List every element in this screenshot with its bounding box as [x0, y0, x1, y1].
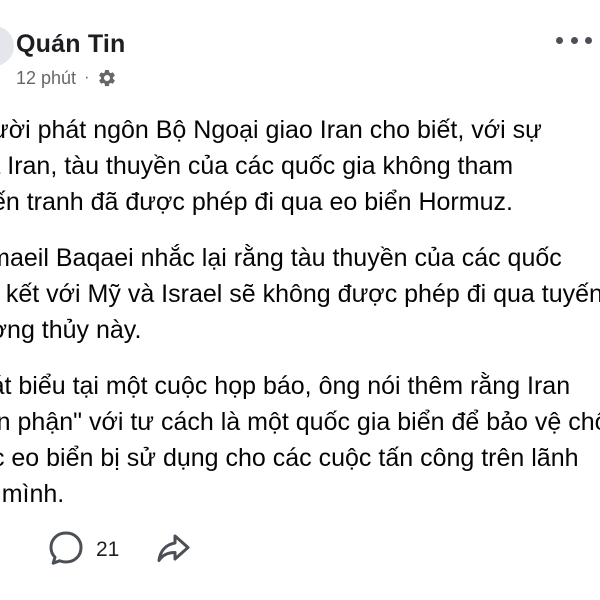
post-line: đường thủy này. — [0, 316, 142, 344]
post-paragraph: Người phát ngôn Bộ Ngoại giao Iran cho b… — [0, 112, 600, 220]
more-dot — [585, 36, 592, 44]
post-line: của Iran, tàu thuyền của các quốc gia kh… — [0, 152, 514, 180]
post-actions: 21 — [46, 528, 193, 572]
gear-icon[interactable] — [97, 68, 117, 88]
post-line: "bổn phận" với tư cách là một quốc gia b… — [0, 408, 600, 436]
comment-icon — [46, 528, 86, 573]
share-button[interactable] — [153, 528, 193, 573]
post-paragraph: Esmaeil Baqaei nhắc lại rằng tàu thuyền … — [0, 240, 600, 348]
post-body: Người phát ngôn Bộ Ngoại giao Iran cho b… — [0, 112, 600, 532]
post-meta: 12 phút · — [16, 65, 117, 91]
more-dot — [570, 36, 578, 44]
post-line: Esmaeil Baqaei nhắc lại rằng tàu thuyền … — [0, 244, 562, 272]
more-dot — [556, 36, 563, 44]
post-line: Người phát ngôn Bộ Ngoại giao Iran cho b… — [0, 116, 542, 144]
post-line: chiến tranh đã được phép đi qua eo biển … — [0, 188, 513, 216]
post-line: Phát biểu tại một cuộc họp báo, ông nói … — [0, 372, 571, 400]
post-time[interactable]: 12 phút — [16, 68, 76, 89]
meta-separator: · — [84, 69, 90, 86]
post-author[interactable]: Quán Tin — [16, 30, 125, 59]
post-paragraph: Phát biểu tại một cuộc họp báo, ông nói … — [0, 368, 600, 512]
post-line: liên kết với Mỹ và Israel sẽ không được … — [0, 280, 600, 308]
avatar[interactable] — [0, 26, 14, 66]
facebook-post: Quán Tin 12 phút · Người phát ngôn Bộ Ng… — [0, 0, 600, 600]
more-dots-icon[interactable] — [556, 28, 592, 52]
comment-button[interactable]: 21 — [46, 528, 119, 573]
post-line: việc eo biển bị sử dụng cho các cuộc tấn… — [0, 444, 579, 472]
share-icon — [153, 528, 193, 573]
post-line: thổ mình. — [0, 480, 65, 508]
comment-count: 21 — [96, 538, 120, 561]
